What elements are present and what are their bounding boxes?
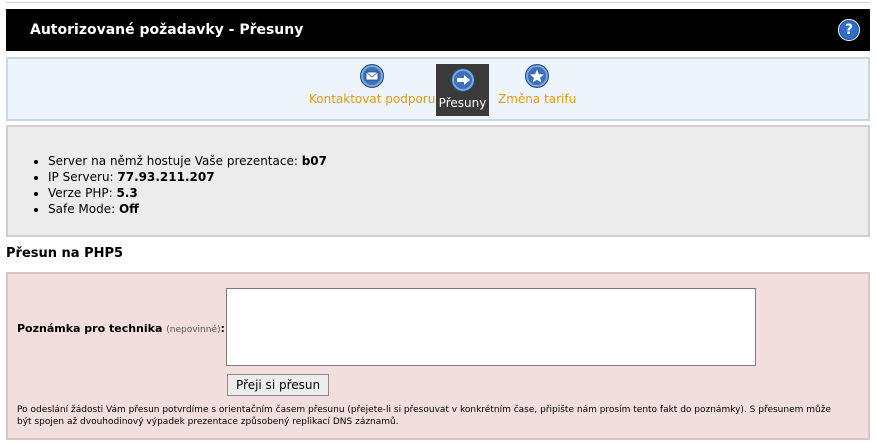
server-name-value: b07 [301,154,328,168]
server-info-panel: Server na němž hostuje Vaše prezentace: … [6,125,870,237]
action-nav: Kontaktovat podporu Přesuny Změna tarifu [6,57,870,121]
server-ip-value: 77.93.211.207 [117,170,215,184]
page-title: Autorizované požadavky - Přesuny [30,22,304,38]
server-info-item: Verze PHP: 5.3 [48,185,327,201]
server-info-item: IP Serveru: 77.93.211.207 [48,169,327,185]
top-divider [6,2,870,3]
arrow-right-icon [450,68,475,92]
nav-transfers[interactable]: Přesuny [436,64,489,116]
transfer-form: Poznámka pro technika (nepovinné): Přeji… [6,272,870,440]
server-info-item: Server na němž hostuje Vaše prezentace: … [48,153,327,169]
help-icon[interactable]: ? [838,19,860,41]
note-label: Poznámka pro technika (nepovinné): [17,322,225,335]
mail-icon [360,64,385,88]
safe-mode-value: Off [118,202,139,216]
server-info-list: Server na němž hostuje Vaše prezentace: … [34,153,327,217]
nav-contact-support-label: Kontaktovat podporu [309,92,436,106]
page-header: Autorizované požadavky - Přesuny ? [6,9,870,51]
server-info-item: Safe Mode: Off [48,201,327,217]
nav-tariff-change-label: Změna tarifu [498,92,577,106]
optional-hint: (nepovinné) [166,325,221,335]
nav-tariff-change[interactable]: Změna tarifu [498,64,576,106]
php-version-value: 5.3 [116,186,138,200]
technician-note-field[interactable] [226,288,756,366]
section-title: Přesun na PHP5 [6,246,124,261]
nav-transfers-label: Přesuny [438,96,487,110]
star-icon [525,64,550,88]
request-transfer-button[interactable]: Přeji si přesun [227,374,330,396]
nav-contact-support[interactable]: Kontaktovat podporu [309,64,435,106]
transfer-footnote: Po odeslání žádosti Vám přesun potvrdíme… [17,405,831,427]
